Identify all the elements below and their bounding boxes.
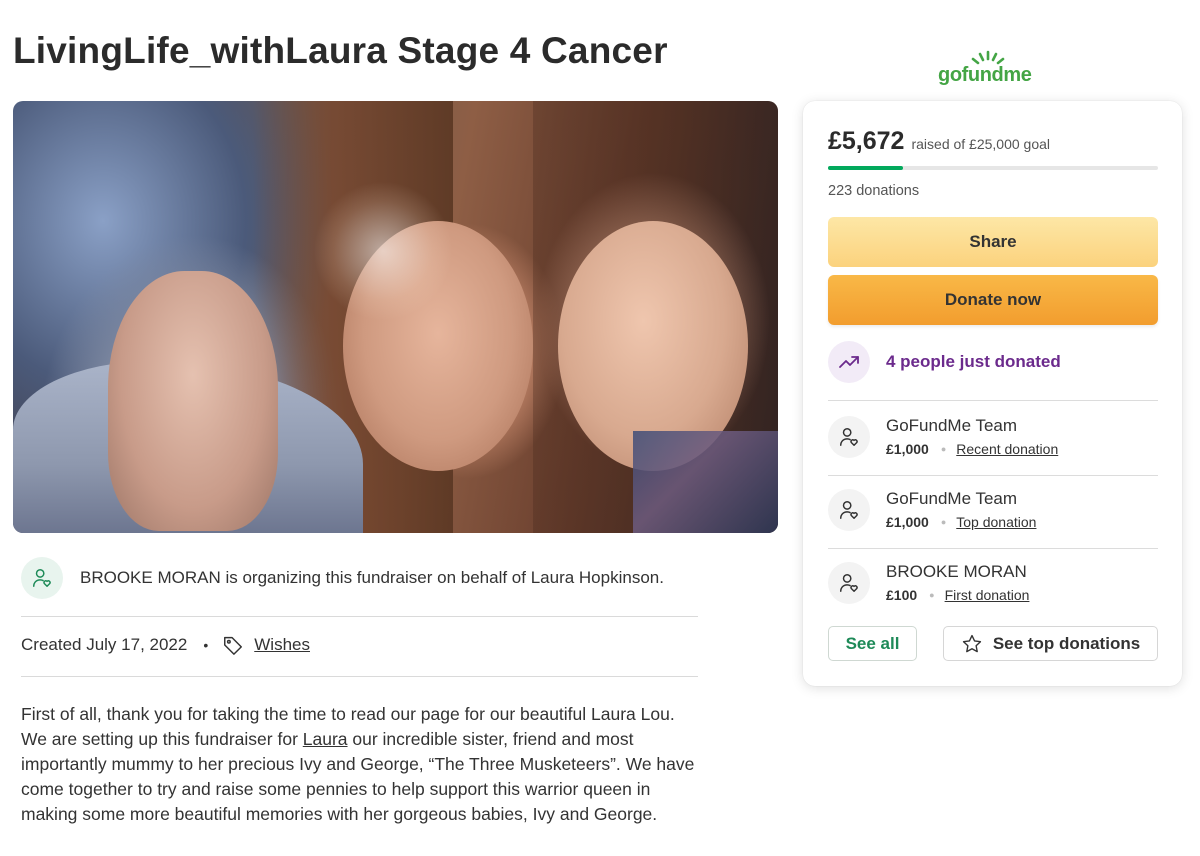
see-top-donations-label: See top donations [992,633,1141,653]
recent-activity: 4 people just donated [828,341,1061,383]
user-heart-icon [828,562,870,604]
user-heart-icon [828,489,870,531]
user-heart-icon [21,557,63,599]
donor-name: GoFundMe Team [886,489,1018,508]
star-icon [961,633,983,655]
meta-separator: • [203,637,209,653]
divider [828,400,1158,401]
donor-name: BROOKE MORAN [886,562,1027,581]
divider [828,548,1158,549]
progress-fill [828,166,903,170]
campaign-meta: Created July 17, 2022 • Wishes [21,634,310,656]
donor-item: GoFundMe Team £1,000 ● Top donation [828,489,1036,531]
goal-text: raised of £25,000 goal [911,136,1051,152]
donation-type-link[interactable]: First donation [945,587,1030,603]
divider [21,676,698,677]
donate-button[interactable]: Donate now [828,275,1158,325]
see-top-donations-button[interactable]: See top donations [943,626,1158,661]
organizer-row: BROOKE MORAN is organizing this fundrais… [21,557,664,599]
tag-icon [222,634,244,656]
recent-activity-text[interactable]: 4 people just donated [886,352,1061,372]
user-heart-icon [828,416,870,458]
divider [828,475,1158,476]
progress-bar [828,166,1158,170]
gofundme-logo[interactable]: gofundme [938,50,1038,90]
raised-amount: £5,672 [828,127,905,155]
created-date: Created July 17, 2022 [21,635,188,654]
donor-item: GoFundMe Team £1,000 ● Recent donation [828,416,1058,458]
dot-separator: ● [929,590,935,600]
donation-type-link[interactable]: Top donation [956,514,1036,530]
donor-name: GoFundMe Team [886,416,1018,435]
donor-amount: £100 [886,587,918,603]
trending-up-icon [828,341,870,383]
story-paragraph: We are setting up this fundraiser for La… [21,729,695,824]
donor-amount: £1,000 [886,441,929,457]
organizer-text: BROOKE MORAN is organizing this fundrais… [80,568,664,587]
divider [21,616,698,617]
donor-item: BROOKE MORAN £100 ● First donation [828,562,1029,604]
share-button[interactable]: Share [828,217,1158,267]
category-link[interactable]: Wishes [254,635,310,655]
donation-count: 223 donations [828,183,920,199]
raised-row: £5,672 raised of £25,000 goal [828,127,1050,156]
beneficiary-link[interactable]: Laura [303,729,348,749]
dot-separator: ● [940,517,947,527]
campaign-photo [13,101,778,533]
page-title: LivingLife_withLaura Stage 4 Cancer [13,30,668,71]
donor-amount: £1,000 [886,514,929,530]
story-line: First of all, thank you for taking the t… [21,704,675,724]
donation-card: £5,672 raised of £25,000 goal 223 donati… [803,101,1182,686]
donation-type-link[interactable]: Recent donation [956,441,1058,457]
dot-separator: ● [940,444,947,454]
story-text: First of all, thank you for taking the t… [21,702,711,827]
see-all-button[interactable]: See all [828,626,917,661]
